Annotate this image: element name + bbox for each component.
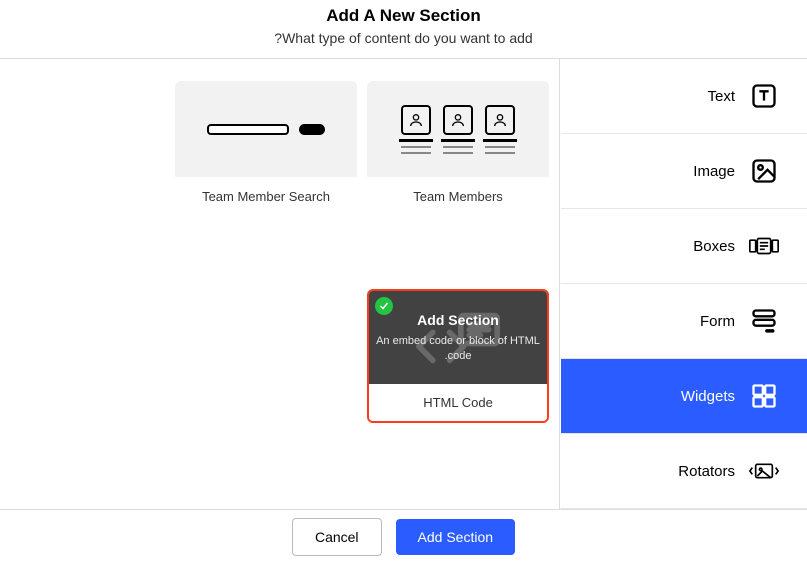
modal-content: Text Image Boxes Form [0,58,807,509]
selected-overlay: Add Section An embed code or block of HT… [369,291,547,384]
sidebar-item-label: Widgets [681,388,735,405]
modal-title: Add A New Section [0,6,807,26]
rotators-icon [749,456,779,486]
modal-footer: Add Section Cancel [0,509,807,564]
sidebar-item-text[interactable]: Text [561,59,807,134]
cancel-button[interactable]: Cancel [292,518,382,556]
card-preview [175,81,357,177]
boxes-icon [749,231,779,261]
card-label: Team Member Search [175,177,357,215]
modal-subtitle: What type of content do you want to add? [0,30,807,46]
card-preview [367,81,549,177]
widget-grid: Team Members Team Member Search Add Sec [0,59,560,509]
sidebar-item-label: Image [693,163,735,180]
add-section-modal: Add A New Section What type of content d… [0,0,807,564]
sidebar-item-label: Text [707,88,735,105]
overlay-description: An embed code or block of HTML code. [375,334,541,364]
add-section-button[interactable]: Add Section [396,519,516,555]
category-sidebar: Text Image Boxes Form [560,59,807,509]
card-label: Team Members [367,177,549,215]
sidebar-item-widgets[interactable]: Widgets [561,359,807,434]
sidebar-item-boxes[interactable]: Boxes [561,209,807,284]
card-preview: Add Section An embed code or block of HT… [369,291,547,384]
sidebar-item-label: Boxes [693,238,735,255]
card-team-members[interactable]: Team Members [367,81,549,215]
form-icon [749,306,779,336]
sidebar-item-label: Form [700,313,735,330]
sidebar-item-image[interactable]: Image [561,134,807,209]
card-team-member-search[interactable]: Team Member Search [175,81,357,215]
card-label: HTML Code [369,384,547,421]
sidebar-item-rotators[interactable]: Rotators [561,434,807,509]
card-html-code[interactable]: Add Section An embed code or block of HT… [367,289,549,423]
check-icon [375,297,393,315]
sidebar-item-label: Rotators [678,463,735,480]
sidebar-item-form[interactable]: Form [561,284,807,359]
modal-header: Add A New Section What type of content d… [0,0,807,58]
image-icon [749,156,779,186]
overlay-title: Add Section [417,312,499,328]
text-icon [749,81,779,111]
widgets-icon [749,381,779,411]
